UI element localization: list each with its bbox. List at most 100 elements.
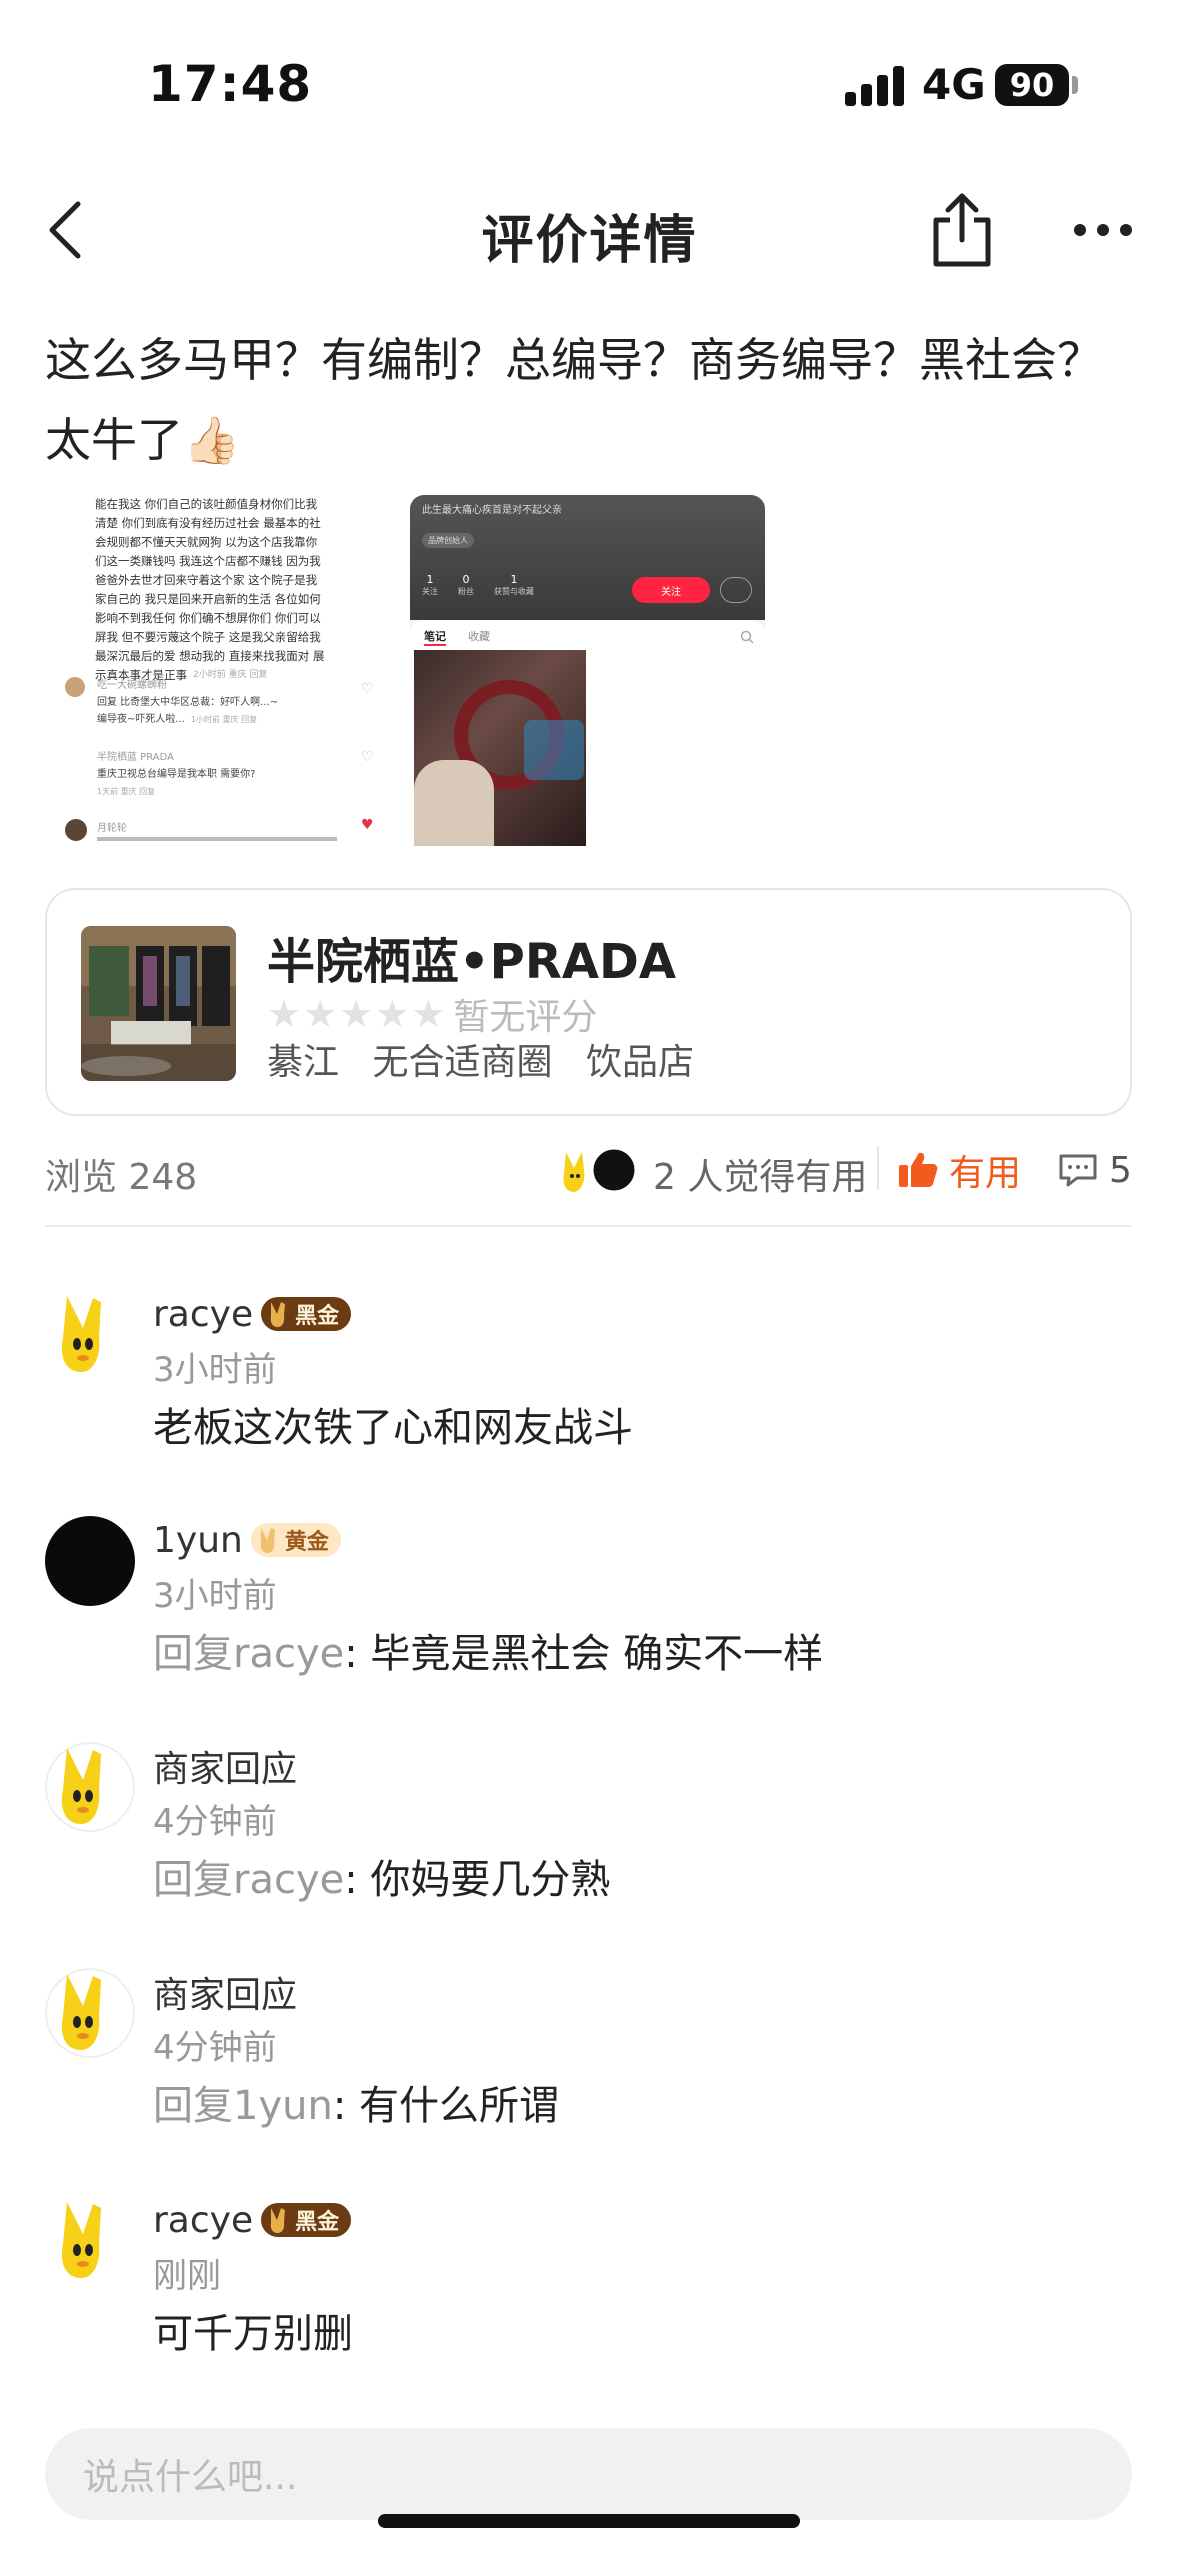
screenshot-comment-meta: 1天前 重庆 回复 [97,787,156,796]
screenshot-tab: 收藏 [468,630,490,643]
screenshot-stat-label: 粉丝 [458,587,474,596]
reply-prefix[interactable]: 回复racye [153,1857,344,1903]
comment-body: 可千万别删 [153,2311,353,2357]
review-image-1[interactable]: 能在我这 你们自己的该吐颜值身材你们比我 清楚 你们到底有没有经历过社会 最基本… [45,495,395,850]
comment-text: 回复racye: 你妈要几分熟 [153,1847,610,1905]
badge-rabbit-icon [270,2208,286,2233]
comment-header: racye 黑金 [153,2196,352,2244]
comment-text: 回复racye: 毕竟是黑社会 确实不一样 [153,1621,823,1679]
comment-count-button[interactable]: 5 [1057,1142,1132,1198]
screenshot-line: 能在我这 你们自己的该吐颜值身材你们比我 [95,497,318,511]
screenshot-chat-button [720,577,752,603]
screenshot-stat-num: 1 [426,573,434,586]
member-badge: 黑金 [261,1297,352,1331]
share-button[interactable] [922,188,1002,272]
screenshot-stat-num: 1 [510,573,518,586]
useful-count: 2 人觉得有用 [653,1157,868,1198]
comment-time: 4分钟前 [153,1802,277,1842]
badge-rabbit-icon [260,1528,275,1553]
comment-body: : 毕竟是黑社会 确实不一样 [344,1631,824,1677]
avatar[interactable] [45,1516,135,1606]
useful-label: 有用 [949,1153,1022,1194]
home-indicator[interactable] [378,2514,800,2528]
comment-username[interactable]: 商家回应 [153,1966,297,2018]
rating-stars-icon: ★★★★★ [267,992,448,1036]
share-icon [933,193,991,267]
review-text: 这么多马甲？有编制？总编导？商务编导？黑社会？太牛了👍🏻 [45,333,1103,467]
screenshot-comment-text: 重庆卫视总台编导是我本职 需要你? [97,769,256,780]
screenshot-profile-body: 笔记 收藏 [410,620,765,850]
cellular-signal-icon [845,64,905,106]
yellow-mascot-icon [45,1290,135,1380]
screenshot-stat-label: 获赞与收藏 [494,587,534,596]
screenshot-tab: 笔记 [424,628,446,646]
screenshot-line: 最深沉最后的爱 想动我的 直接来找我面对 展 [95,649,325,663]
review-image-2[interactable]: 此生最大痛心疾首是对不起父亲 品牌创始人 1 关注 0 粉丝 1 获赞与收藏 关注 笔… [410,495,765,850]
reply-prefix[interactable]: 回复1yun [153,2083,333,2129]
comment-username[interactable]: racye [153,2200,253,2241]
screenshot-line: 们这一类赚钱吗 我连这个店都不赚钱 因为我 [95,554,321,568]
screenshot-comment-name: 半院栖蓝 PRADA [97,752,174,763]
screenshot-comment-2: 半院栖蓝 PRADA 重庆卫视总台编导是我本职 需要你? 1天前 重庆 回复 [97,749,387,800]
divider [877,1146,879,1190]
comment-header: 1yun 黄金 [153,1516,341,1564]
avatar[interactable] [45,1290,135,1380]
shop-meta: 綦江 无合适商圈 饮品店 [267,1033,716,1085]
comment-time: 刚刚 [153,2256,221,2296]
shop-photo [81,926,236,1081]
screenshot-line: 清楚 你们到底有没有经历过社会 最基本的社 [95,516,321,530]
comment-text: 老板这次铁了心和网友战斗 [153,1395,633,1453]
shop-photo-image [81,926,236,1081]
comment-count: 5 [1109,1149,1132,1191]
hand-shape [414,760,494,846]
shop-circle: 无合适商圈 [372,1042,553,1083]
comment-body: 老板这次铁了心和网友战斗 [153,1405,633,1451]
reply-prefix[interactable]: 回复racye [153,1631,344,1677]
battery-icon: 90 [995,64,1069,106]
comment-input[interactable]: 说点什么吧... [45,2428,1132,2520]
shop-name: 半院栖蓝•PRADA [267,934,676,990]
comment-username[interactable]: racye [153,1294,253,1335]
badge-label: 黑金 [295,2210,340,2235]
more-button[interactable] [1068,190,1138,270]
comment-username[interactable]: 1yun [153,1520,243,1561]
shop-card[interactable]: 半院栖蓝•PRADA ★★★★★ 暂无评分 綦江 无合适商圈 饮品店 [45,888,1132,1116]
screenshot-line: 会规则都不懂天天就网狗 以为这个店我靠你 [95,535,318,549]
comment-username[interactable]: 商家回应 [153,1740,297,1792]
battery-level: 90 [1009,66,1055,104]
shop-category: 饮品店 [585,1042,694,1083]
shop-district: 綦江 [267,1042,340,1083]
screenshot-profile-bio: 此生最大痛心疾首是对不起父亲 [422,505,562,516]
stats-row: 浏览 248 2 人觉得有用 有用 5 [45,1140,1132,1200]
screenshot-comment-text: 编导夜~吓死人啦... [97,714,185,725]
screenshot-follow-button: 关注 [632,577,710,603]
member-badge: 黑金 [261,2203,352,2237]
comment-icon [1059,1154,1097,1187]
comment-body: : 你妈要几分熟 [344,1857,611,1903]
avatar[interactable] [45,1968,135,2058]
comment-time: 3小时前 [153,1350,277,1390]
comment-header: 商家回应 [153,1968,297,2016]
comment-time: 4分钟前 [153,2028,277,2068]
nav-bar: 评价详情 [0,170,1179,290]
screenshot-comment-meta: 1小时前 重庆 回复 [190,715,258,724]
avatar[interactable] [45,1742,135,1832]
screenshot-profile-tag: 品牌创始人 [422,533,474,548]
thumbs-up-icon [899,1152,938,1187]
member-badge: 黄金 [250,1523,341,1557]
screenshot-stat-label: 关注 [422,587,438,596]
comment-text: 回复1yun: 有什么所谓 [153,2073,559,2131]
avatar[interactable] [45,2196,135,2286]
comment-body: : 有什么所谓 [332,2083,560,2129]
useful-button[interactable]: 有用 [897,1142,1021,1198]
useful-avatars [560,1144,650,1196]
screenshot-comment-name: 吃一大碗螺蛳粉 [97,680,167,691]
status-bar: 17:48 4G 90 [0,0,1179,170]
screenshot-post-thumbnail [414,650,586,846]
more-dots-icon [1074,224,1132,236]
screenshot-heart-icon: ♡ [361,681,374,697]
comment-header: racye 黑金 [153,1290,352,1338]
page-title: 评价详情 [481,211,698,271]
screenshot-comment-text: 回复 比奇堡大中华区总裁：好吓人啊...~ [97,697,279,708]
screenshot-stat-num: 0 [462,573,470,586]
